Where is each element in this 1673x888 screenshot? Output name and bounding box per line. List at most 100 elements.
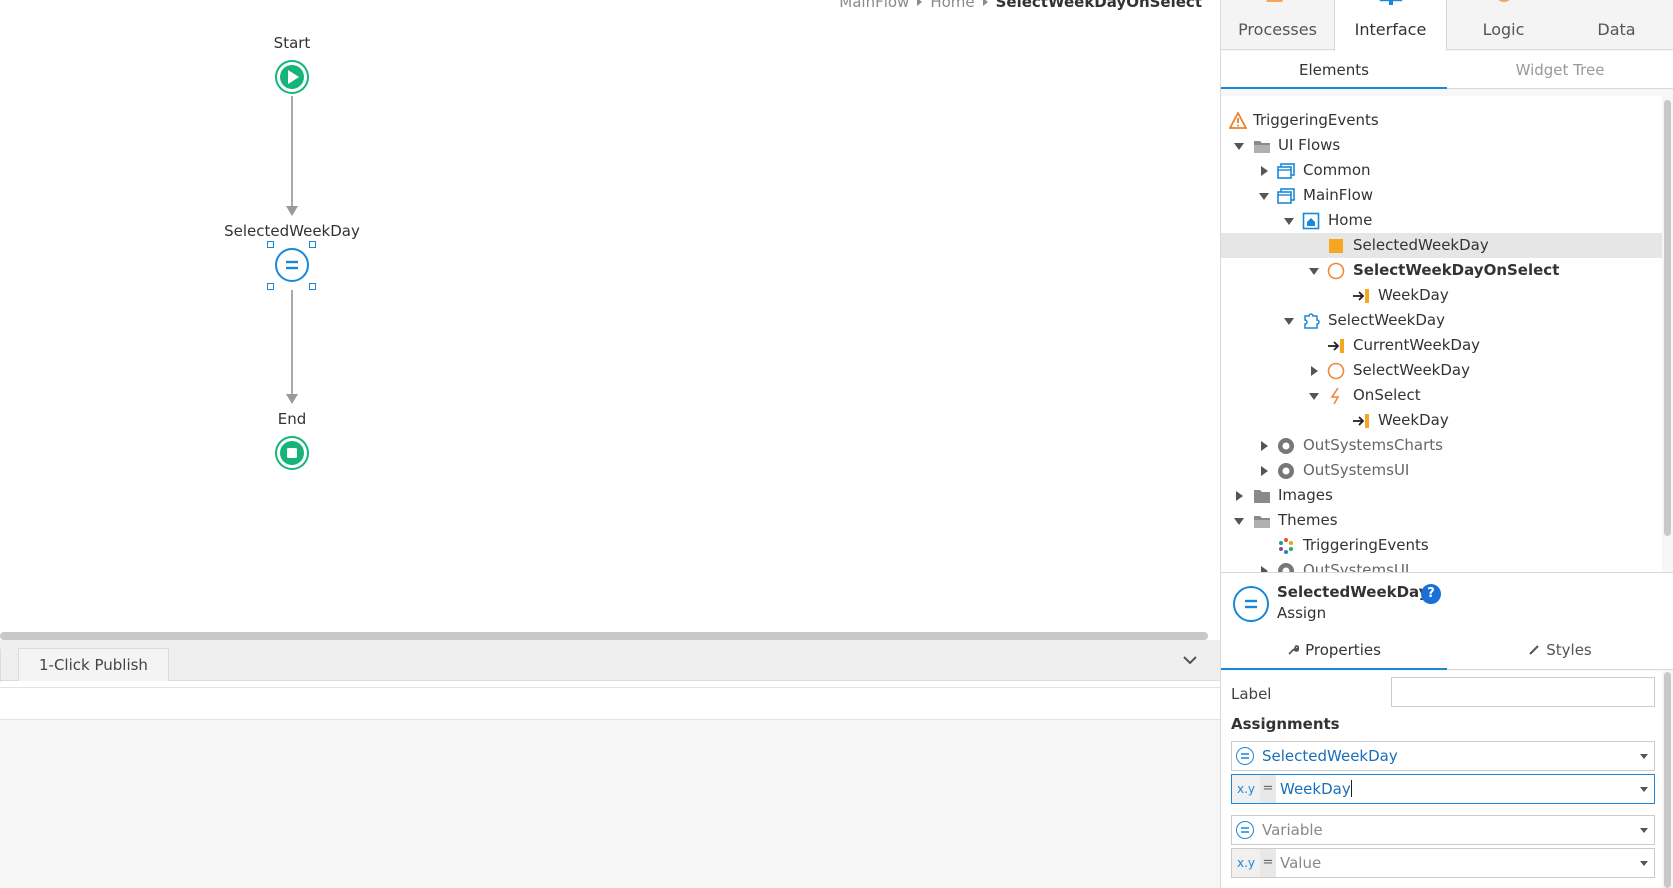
tree-item-themes[interactable]: Themes [1221, 508, 1662, 533]
expand-closed-icon[interactable] [1236, 491, 1243, 501]
tree-item-ui-flows[interactable]: UI Flows [1221, 133, 1662, 158]
tree-item-label: UI Flows [1278, 136, 1341, 154]
start-node[interactable] [275, 60, 309, 94]
end-node-label: End [277, 410, 307, 428]
tree-item-outsystemscharts[interactable]: OutSystemsCharts [1221, 433, 1662, 458]
tab-label: Data [1597, 20, 1636, 39]
tree-item-mainflow[interactable]: MainFlow [1221, 183, 1662, 208]
tree-item-label: SelectWeekDayOnSelect [1353, 261, 1560, 279]
bottom-tab-bar: 1-Click Publish [0, 640, 1220, 682]
tree-item-label: TriggeringEvents [1303, 536, 1429, 554]
tree-item-common[interactable]: Common [1221, 158, 1662, 183]
assignment-variable-field[interactable]: SelectedWeekDay [1231, 741, 1655, 771]
assignment-value-text: WeekDay [1280, 775, 1352, 803]
assign-node-label: SelectedWeekDay [224, 222, 360, 240]
assignment-value-field[interactable]: x.y = WeekDay [1231, 774, 1655, 804]
tree-item-currentweekday-param[interactable]: CurrentWeekDay [1221, 333, 1662, 358]
tab-1-click-publish[interactable]: 1-Click Publish [0, 648, 169, 682]
tree-item-label: Home [1328, 211, 1373, 229]
properties-scrollbar[interactable] [1664, 672, 1671, 888]
expand-open-icon[interactable] [1309, 268, 1319, 275]
end-node[interactable] [275, 436, 309, 470]
assign-icon [286, 260, 298, 270]
tree-item-selectweekday-block[interactable]: SelectWeekDay [1221, 308, 1662, 333]
assign-node[interactable] [275, 248, 309, 282]
chevron-down-icon[interactable] [1182, 652, 1198, 668]
tab-properties[interactable]: Properties [1221, 630, 1447, 670]
tree-item-selectweekdayonselect[interactable]: SelectWeekDayOnSelect [1221, 258, 1662, 283]
dropdown-arrow-icon[interactable] [1640, 828, 1648, 833]
tree-item-triggeringevents-theme[interactable]: TriggeringEvents [1221, 533, 1662, 558]
breadcrumb-current: SelectWeekDayOnSelect [995, 0, 1202, 11]
assignments-heading: Assignments [1231, 715, 1340, 733]
folder-open-icon [1254, 141, 1270, 153]
expand-open-icon[interactable] [1259, 193, 1269, 200]
tree-item-selectweekday-action[interactable]: SelectWeekDay [1221, 358, 1662, 383]
tree-item-images[interactable]: Images [1221, 483, 1662, 508]
flow-connector [291, 290, 293, 394]
tab-elements[interactable]: Elements [1221, 51, 1447, 89]
tree-item-selectedweekday-variable[interactable]: SelectedWeekDay [1221, 233, 1662, 258]
expression-badge: x.y [1232, 775, 1260, 803]
selection-handle[interactable] [309, 241, 316, 248]
expression-badge: x.y [1232, 849, 1260, 877]
selection-handle[interactable] [267, 283, 274, 290]
flow-canvas[interactable]: MainFlow Home SelectWeekDayOnSelect Start … [0, 0, 1220, 640]
label-input[interactable] [1391, 677, 1655, 707]
tree-item-label: OnSelect [1353, 386, 1421, 404]
assignment2-value-field[interactable]: x.y = Value [1231, 848, 1655, 878]
assignment2-variable-field[interactable]: Variable [1231, 815, 1655, 845]
layer-tabs: Processes Interface Logic Data [1221, 0, 1673, 51]
dropdown-arrow-icon[interactable] [1640, 861, 1648, 866]
tree-item-outsystemsui-theme[interactable]: OutSystemsUI [1221, 558, 1662, 572]
play-icon [280, 65, 304, 89]
dropdown-arrow-icon[interactable] [1640, 787, 1648, 792]
dropdown-arrow-icon[interactable] [1640, 754, 1648, 759]
tree-item-weekday-param[interactable]: WeekDay [1221, 283, 1662, 308]
property-tabs: Properties Styles [1221, 630, 1673, 670]
breadcrumb-item-mainflow[interactable]: MainFlow [839, 0, 909, 11]
tab-styles[interactable]: Styles [1447, 630, 1673, 670]
expand-open-icon[interactable] [1284, 218, 1294, 225]
selection-handle[interactable] [267, 241, 274, 248]
tree-item-onselect-event[interactable]: OnSelect [1221, 383, 1662, 408]
tab-processes[interactable]: Processes [1221, 0, 1334, 50]
tab-logic[interactable]: Logic [1447, 0, 1560, 50]
canvas-horizontal-scrollbar[interactable] [0, 632, 1208, 640]
expand-open-icon[interactable] [1234, 518, 1244, 525]
tree-item-label: MainFlow [1303, 186, 1374, 204]
variable-icon [1236, 747, 1254, 765]
breadcrumb: MainFlow Home SelectWeekDayOnSelect [839, 0, 1202, 11]
tab-data[interactable]: Data [1560, 0, 1673, 50]
screen-home-icon [1302, 212, 1320, 230]
tree-item-label: OutSystemsUI [1303, 561, 1410, 572]
expand-closed-icon[interactable] [1261, 166, 1268, 176]
tree-item-outsystemsui[interactable]: OutSystemsUI [1221, 458, 1662, 483]
selection-handle[interactable] [309, 283, 316, 290]
tab-label: Logic [1482, 20, 1525, 39]
expand-open-icon[interactable] [1284, 318, 1294, 325]
expand-open-icon[interactable] [1234, 143, 1244, 150]
help-icon[interactable]: ? [1421, 584, 1441, 604]
theme-icon [1279, 538, 1293, 554]
tab-widget-tree[interactable]: Widget Tree [1447, 51, 1673, 89]
arrow-down-icon [286, 206, 298, 216]
module-icon [1278, 563, 1294, 572]
tab-label: Processes [1238, 20, 1317, 39]
selected-element-name: SelectedWeekDay [1277, 583, 1429, 601]
expand-closed-icon[interactable] [1311, 366, 1318, 376]
tab-interface[interactable]: Interface [1334, 0, 1447, 51]
tree-item-weekday-event-param[interactable]: WeekDay [1221, 408, 1662, 433]
input-parameter-icon [1353, 414, 1369, 428]
folder-open-icon [1254, 516, 1270, 528]
expand-closed-icon[interactable] [1261, 466, 1268, 476]
tree-scrollbar[interactable] [1664, 100, 1671, 536]
tree-item-triggeringevents[interactable]: TriggeringEvents [1221, 108, 1662, 133]
tree-item-home[interactable]: Home [1221, 208, 1662, 233]
expand-closed-icon[interactable] [1261, 441, 1268, 451]
equals-sign: = [1260, 849, 1276, 877]
breadcrumb-separator-icon [982, 0, 988, 6]
expand-open-icon[interactable] [1309, 393, 1319, 400]
breadcrumb-item-home[interactable]: Home [930, 0, 974, 11]
assignment2-value-placeholder: Value [1280, 854, 1322, 872]
